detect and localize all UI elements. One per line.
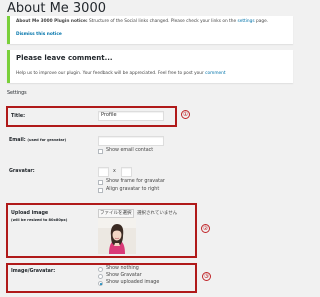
dismiss-notice-link[interactable]: Dismiss this notice xyxy=(16,32,62,37)
comment-notice-heading: Please leave comment... xyxy=(16,54,113,62)
profile-photo-icon xyxy=(98,218,136,254)
choose-file-button[interactable]: ファイルを選択 xyxy=(98,209,134,218)
upload-label: Upload image xyxy=(11,211,49,216)
comment-notice-text: Help us to improve our plugin. Your feed… xyxy=(16,71,226,76)
plugin-notice-text-before: Structure of the Social links changed. P… xyxy=(87,19,238,24)
email-label-note: (used for gravatar) xyxy=(27,138,67,142)
settings-link[interactable]: settings xyxy=(237,19,254,24)
callout-1: ① xyxy=(181,110,190,119)
plugin-notice-text: About Me 3000 Plugin notice: Structure o… xyxy=(16,19,268,24)
image-gravatar-label: Image/Gravatar: xyxy=(11,269,56,274)
radio-show-uploaded-image[interactable] xyxy=(98,281,103,286)
show-frame-label: Show frame for gravatar xyxy=(106,179,165,184)
radio-show-gravatar[interactable] xyxy=(98,274,103,279)
align-right-label: Align gravatar to right xyxy=(106,187,160,192)
gravatar-label: Gravatar: xyxy=(9,169,35,174)
show-frame-checkbox[interactable] xyxy=(98,180,103,185)
upload-note: (will be resized to 80x80px) xyxy=(11,218,67,223)
file-status-text: 選択されていません xyxy=(137,211,178,216)
title-input[interactable]: Profile xyxy=(98,111,164,121)
radio-show-uploaded-image-label: Show uploaded image xyxy=(106,280,160,285)
comment-notice-text-before: Help us to improve our plugin. Your feed… xyxy=(16,71,206,76)
page-title: About Me 3000 xyxy=(7,1,106,16)
show-email-label: Show email contact xyxy=(106,148,154,153)
comment-link[interactable]: comment xyxy=(205,71,225,76)
email-input[interactable] xyxy=(98,136,164,146)
upload-note-text: (will be resized to 80x80px) xyxy=(11,218,68,222)
radio-show-nothing[interactable] xyxy=(98,267,103,272)
email-label: Email: (used for gravatar) xyxy=(9,138,66,143)
title-label: Title: xyxy=(11,114,26,119)
callout-2: ② xyxy=(201,224,210,233)
email-label-text: Email: xyxy=(9,138,26,143)
plugin-notice-text-after: page. xyxy=(254,19,269,24)
align-right-checkbox[interactable] xyxy=(98,188,103,193)
gravatar-height-input[interactable] xyxy=(121,167,132,177)
gravatar-size-separator: x xyxy=(113,169,116,174)
radio-show-nothing-label: Show nothing xyxy=(106,266,139,271)
radio-show-gravatar-label: Show Gravatar xyxy=(106,273,142,278)
plugin-notice: About Me 3000 Plugin notice: Structure o… xyxy=(7,16,293,44)
callout-3: ③ xyxy=(202,272,211,281)
show-email-checkbox[interactable] xyxy=(98,149,103,154)
plugin-notice-strong: About Me 3000 Plugin notice: xyxy=(16,19,88,24)
settings-section-title: Settings xyxy=(7,91,27,96)
comment-notice: Please leave comment... Help us to impro… xyxy=(7,50,293,83)
gravatar-width-input[interactable] xyxy=(98,167,109,177)
